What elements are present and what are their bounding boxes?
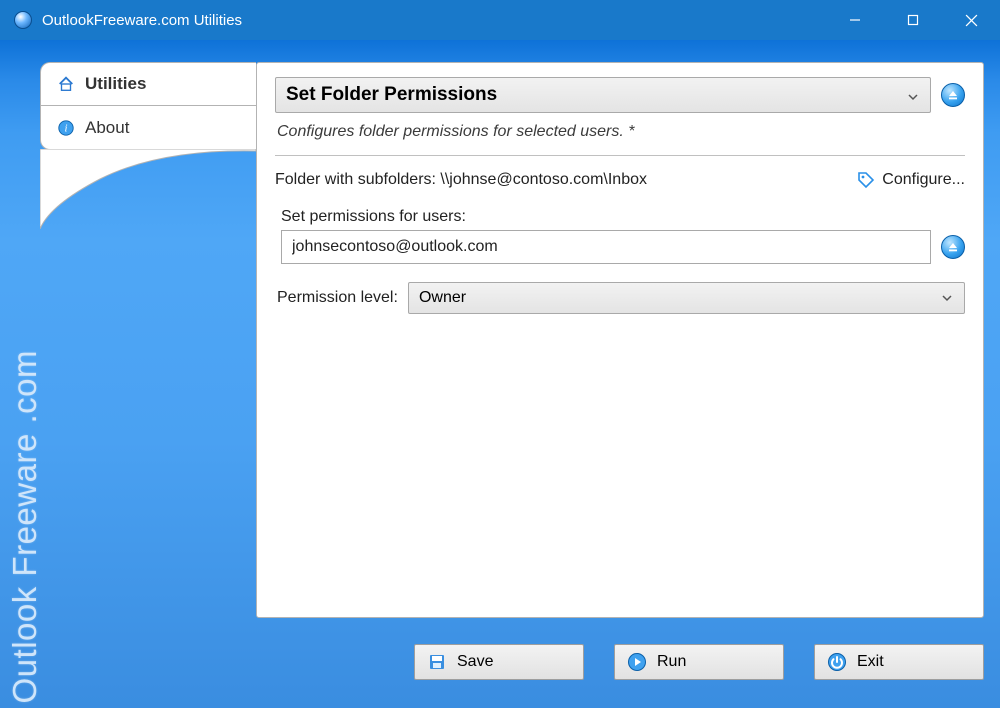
tab-label: About bbox=[85, 118, 129, 138]
maximize-button[interactable] bbox=[884, 0, 942, 40]
svg-text:i: i bbox=[65, 122, 68, 134]
info-icon: i bbox=[57, 119, 75, 137]
users-label: Set permissions for users: bbox=[281, 208, 965, 226]
content-panel: Set Folder Permissions Configures folder… bbox=[256, 62, 984, 618]
app-icon bbox=[14, 11, 32, 29]
permission-level-dropdown[interactable]: Owner bbox=[408, 282, 965, 314]
run-label: Run bbox=[657, 653, 686, 671]
close-button[interactable] bbox=[942, 0, 1000, 40]
minimize-button[interactable] bbox=[826, 0, 884, 40]
users-eject-button[interactable] bbox=[941, 235, 965, 259]
exit-label: Exit bbox=[857, 653, 884, 671]
play-icon bbox=[627, 652, 647, 672]
users-input[interactable] bbox=[281, 230, 931, 264]
watermark-text: Outlook Freeware .com bbox=[6, 350, 44, 703]
divider bbox=[275, 155, 965, 156]
tab-curve-decoration bbox=[40, 150, 256, 220]
tab-about[interactable]: i About bbox=[40, 106, 256, 150]
utility-description: Configures folder permissions for select… bbox=[277, 123, 963, 141]
save-icon bbox=[427, 652, 447, 672]
tab-label: Utilities bbox=[85, 74, 146, 94]
action-buttons: Save Run Exit bbox=[414, 644, 984, 680]
client-area: Outlook Freeware .com Utilities i About … bbox=[0, 40, 1000, 708]
configure-label: Configure... bbox=[882, 171, 965, 189]
folder-path-label: Folder with subfolders: \\johnse@contoso… bbox=[275, 171, 647, 189]
tab-utilities[interactable]: Utilities bbox=[40, 62, 256, 106]
utility-name: Set Folder Permissions bbox=[286, 84, 497, 106]
chevron-down-icon bbox=[906, 88, 920, 102]
tag-icon bbox=[856, 170, 876, 190]
power-icon bbox=[827, 652, 847, 672]
save-button[interactable]: Save bbox=[414, 644, 584, 680]
save-label: Save bbox=[457, 653, 493, 671]
configure-link[interactable]: Configure... bbox=[856, 170, 965, 190]
exit-button[interactable]: Exit bbox=[814, 644, 984, 680]
side-tabs: Utilities i About bbox=[40, 62, 256, 220]
permission-level-label: Permission level: bbox=[277, 289, 398, 307]
utility-selector-dropdown[interactable]: Set Folder Permissions bbox=[275, 77, 931, 113]
titlebar: OutlookFreeware.com Utilities bbox=[0, 0, 1000, 40]
permission-level-value: Owner bbox=[419, 289, 466, 307]
chevron-down-icon bbox=[940, 291, 954, 305]
home-icon bbox=[57, 75, 75, 93]
eject-up-button[interactable] bbox=[941, 83, 965, 107]
window-title: OutlookFreeware.com Utilities bbox=[42, 12, 826, 29]
run-button[interactable]: Run bbox=[614, 644, 784, 680]
